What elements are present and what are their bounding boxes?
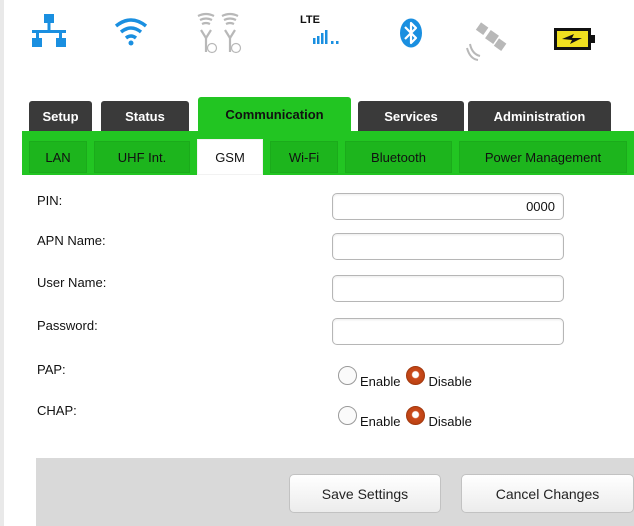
password-label: Password: <box>37 318 98 333</box>
pin-field[interactable] <box>332 193 564 220</box>
password-field[interactable] <box>332 318 564 345</box>
chap-enable-label: Enable <box>360 413 401 429</box>
sub-tab-bar: LAN UHF Int. GSM Wi-Fi Bluetooth Power M… <box>22 131 634 175</box>
network-icon <box>32 14 66 47</box>
pap-enable-label: Enable <box>360 373 401 389</box>
subtab-bluetooth[interactable]: Bluetooth <box>345 141 452 173</box>
chap-enable-radio[interactable] <box>338 405 357 425</box>
bluetooth-icon <box>400 18 422 48</box>
pap-disable-label: Disable <box>428 373 472 389</box>
wifi-icon <box>114 18 148 46</box>
subtab-power-management[interactable]: Power Management <box>459 141 627 173</box>
tab-services[interactable]: Services <box>358 101 464 131</box>
chap-disable-radio[interactable] <box>406 405 426 425</box>
subtab-uhf-int[interactable]: UHF Int. <box>94 141 190 173</box>
tab-status[interactable]: Status <box>101 101 189 131</box>
pap-radio-group: Enable Disable <box>338 365 478 389</box>
pin-label: PIN: <box>37 193 63 208</box>
save-settings-button[interactable]: Save Settings <box>289 474 441 513</box>
chap-disable-label: Disable <box>428 413 472 429</box>
apn-name-label: APN Name: <box>37 233 106 248</box>
cancel-changes-button[interactable]: Cancel Changes <box>461 474 634 513</box>
lte-label: LTE <box>300 14 320 26</box>
pap-disable-radio[interactable] <box>406 365 426 385</box>
tab-setup[interactable]: Setup <box>29 101 92 131</box>
battery-charging-icon <box>554 28 595 50</box>
user-name-field[interactable] <box>332 275 564 302</box>
subtab-wifi[interactable]: Wi-Fi <box>270 141 338 173</box>
chap-radio-group: Enable Disable <box>338 405 478 429</box>
pap-enable-radio[interactable] <box>338 365 357 385</box>
chap-label: CHAP: <box>37 403 77 418</box>
tab-administration[interactable]: Administration <box>468 101 611 131</box>
gps-satellite-icon <box>466 22 507 61</box>
subtab-lan[interactable]: LAN <box>29 141 87 173</box>
uhf-antenna-icon <box>197 12 242 54</box>
pap-label: PAP: <box>37 362 66 377</box>
tab-communication[interactable]: Communication <box>198 97 351 132</box>
apn-name-field[interactable] <box>332 233 564 260</box>
user-name-label: User Name: <box>37 275 107 290</box>
subtab-gsm[interactable]: GSM <box>197 139 263 175</box>
main-tab-bar: Setup Status Communication Services Admi… <box>22 97 634 132</box>
status-icon-bar: LTE <box>0 0 634 100</box>
lte-signal-icon <box>313 30 339 44</box>
